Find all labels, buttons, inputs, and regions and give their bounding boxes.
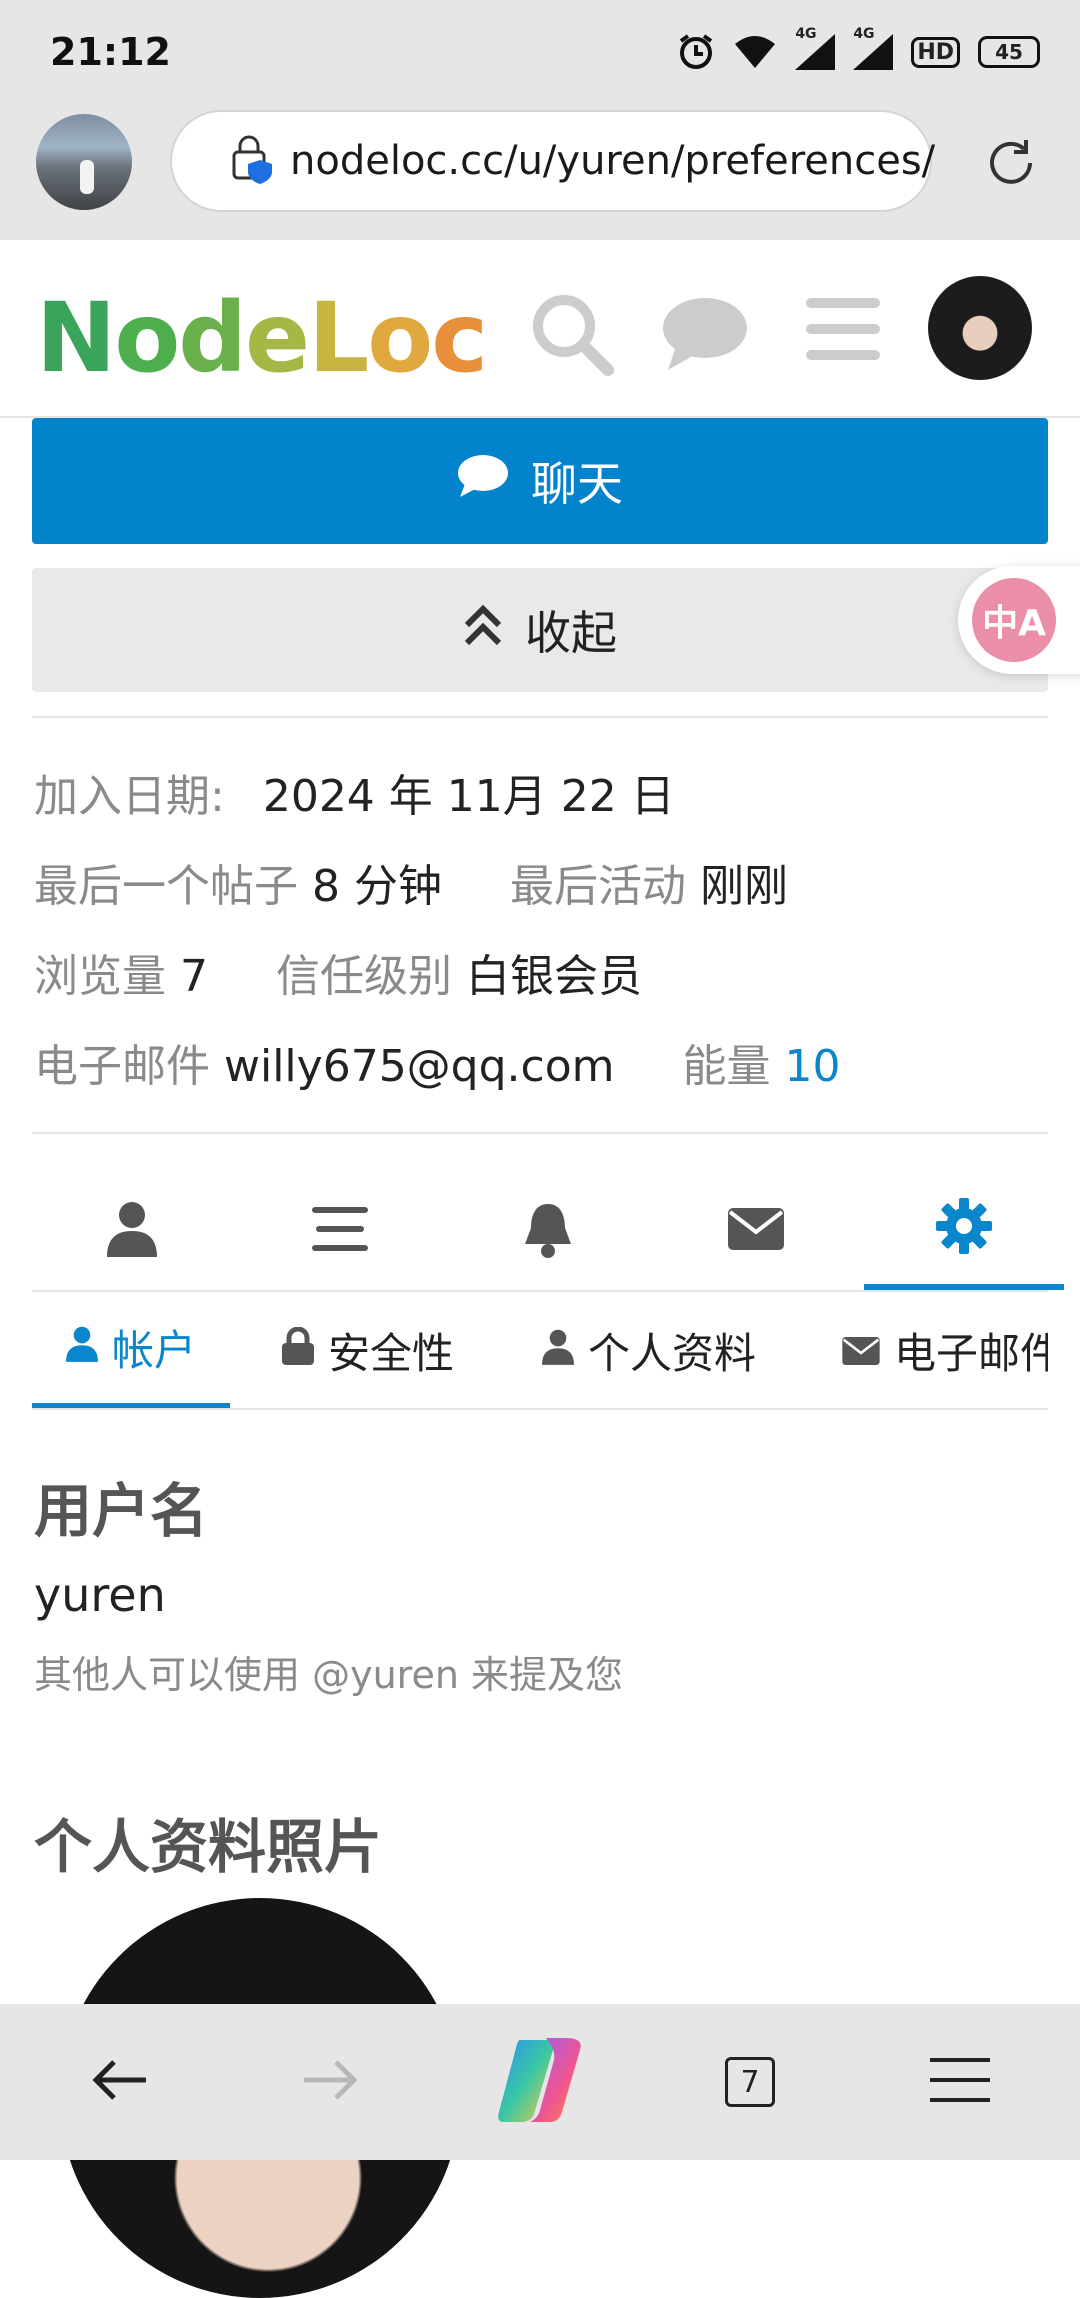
user-avatar[interactable] xyxy=(928,276,1032,380)
divider xyxy=(32,716,1048,718)
back-button[interactable] xyxy=(60,2004,180,2160)
network-type-label: 4G xyxy=(853,26,875,42)
alarm-icon xyxy=(677,33,715,71)
nav-summary[interactable] xyxy=(32,1172,232,1290)
site-security-icon[interactable] xyxy=(230,134,278,188)
site-header: NodeLoc xyxy=(0,240,1080,418)
browser-toolbar: nodeloc.cc/u/yuren/preferences/ xyxy=(0,104,1080,240)
envelope-icon xyxy=(842,1326,880,1375)
profile-photo-title: 个人资料照片 xyxy=(34,1813,383,1881)
logo-letter: o xyxy=(367,282,433,394)
logo-letter: L xyxy=(308,282,369,394)
translate-icon: 中A xyxy=(972,578,1056,662)
nodeloc-logo[interactable]: NodeLoc xyxy=(36,282,488,394)
tab-profile-label: 个人资料 xyxy=(588,1328,757,1378)
join-date-row: 加入日期: 2024 年 11月 22 日 xyxy=(34,760,675,824)
url-text[interactable]: nodeloc.cc/u/yuren/preferences/ xyxy=(290,138,935,184)
chevrons-up-icon xyxy=(463,603,503,658)
activity-row: 最后一个帖子 8 分钟 最后活动 刚刚 xyxy=(34,850,788,914)
status-time: 21:12 xyxy=(50,30,171,74)
user-icon xyxy=(107,1201,157,1261)
battery-icon: 45 xyxy=(978,36,1040,68)
tab-security[interactable]: 安全性 xyxy=(282,1292,454,1408)
battery-level: 45 xyxy=(995,40,1023,64)
last-active-label: 最后活动 xyxy=(509,861,686,912)
status-icons: 4G 4G HD 45 xyxy=(677,26,1040,74)
divider xyxy=(32,1132,1048,1134)
arrow-left-icon xyxy=(92,2058,148,2106)
logo-letter: o xyxy=(114,282,180,394)
translate-button[interactable]: 中A xyxy=(958,566,1080,674)
tab-profile[interactable]: 个人资料 xyxy=(542,1292,756,1408)
reload-icon[interactable] xyxy=(982,134,1040,196)
user-icon xyxy=(542,1326,574,1375)
chat-icon xyxy=(457,454,509,509)
copilot-button[interactable] xyxy=(480,2004,600,2160)
email-value: willy675@qq.com xyxy=(224,1041,615,1092)
email-energy-row: 电子邮件 willy675@qq.com 能量 10 xyxy=(34,1030,841,1094)
status-bar: 21:12 4G 4G HD 45 xyxy=(0,0,1080,104)
tab-email[interactable]: 电子邮件 xyxy=(842,1292,1048,1408)
logo-letter: d xyxy=(178,282,247,394)
chat-button[interactable]: 聊天 xyxy=(32,418,1048,544)
menu-icon xyxy=(930,2058,990,2106)
gear-icon xyxy=(936,1198,992,1258)
logo-letter: e xyxy=(245,282,310,394)
energy-value[interactable]: 10 xyxy=(785,1041,841,1092)
energy-label: 能量 xyxy=(682,1041,771,1092)
logo-letter: c xyxy=(431,282,488,394)
address-bar[interactable]: nodeloc.cc/u/yuren/preferences/ xyxy=(170,110,935,212)
preferences-tabs: 帐户 安全性 个人资料 电子邮件 xyxy=(32,1292,1048,1410)
views-trust-row: 浏览量 7 信任级别 白银会员 xyxy=(34,940,642,1004)
username-value: yuren xyxy=(34,1568,166,1622)
tab-account-label: 帐户 xyxy=(111,1326,196,1375)
tab-security-label: 安全性 xyxy=(328,1328,455,1378)
envelope-icon xyxy=(728,1208,784,1254)
join-date-value: 2024 年 11月 22 日 xyxy=(262,771,675,822)
tab-account[interactable]: 帐户 xyxy=(32,1292,230,1408)
lock-icon xyxy=(282,1326,314,1375)
hd-icon: HD xyxy=(911,36,960,68)
browser-profile-avatar[interactable] xyxy=(36,114,132,210)
forward-button[interactable] xyxy=(270,2004,390,2160)
network-type-label: 4G xyxy=(795,26,817,42)
bell-icon xyxy=(523,1200,573,1262)
wifi-icon xyxy=(733,34,777,70)
views-value: 7 xyxy=(180,951,208,1002)
last-active-value: 刚刚 xyxy=(699,861,788,912)
chat-button-label: 聊天 xyxy=(531,457,623,511)
username-hint: 其他人可以使用 @yuren 来提及您 xyxy=(34,1653,623,1697)
tabs-button[interactable]: 7 xyxy=(690,2004,810,2160)
tab-count: 7 xyxy=(725,2057,775,2107)
collapse-button-label: 收起 xyxy=(525,606,617,660)
arrow-right-icon xyxy=(302,2058,358,2106)
signal-icon-2: 4G xyxy=(853,26,894,70)
list-icon xyxy=(312,1207,368,1255)
username-title: 用户名 xyxy=(34,1477,209,1545)
user-icon xyxy=(65,1323,98,1372)
nav-preferences[interactable] xyxy=(864,1172,1064,1290)
search-icon[interactable] xyxy=(528,290,614,380)
copilot-icon xyxy=(490,2034,590,2130)
signal-icon-1: 4G xyxy=(795,26,836,70)
nav-activity[interactable] xyxy=(240,1172,440,1290)
last-post-label: 最后一个帖子 xyxy=(34,861,298,912)
menu-icon[interactable] xyxy=(806,296,880,366)
email-label: 电子邮件 xyxy=(34,1041,210,1092)
tab-email-label: 电子邮件 xyxy=(894,1328,1048,1378)
collapse-button[interactable]: 收起 xyxy=(32,568,1048,692)
nav-notifications[interactable] xyxy=(448,1172,648,1290)
browser-bottom-nav: 7 xyxy=(0,2004,1080,2160)
user-nav xyxy=(32,1172,1064,1292)
last-post-value[interactable]: 8 分钟 xyxy=(312,861,442,912)
trust-level-label: 信任级别 xyxy=(276,951,452,1002)
logo-letter: N xyxy=(36,282,116,394)
views-label: 浏览量 xyxy=(34,951,166,1002)
chat-bubble-icon[interactable] xyxy=(662,296,748,376)
browser-menu-button[interactable] xyxy=(900,2004,1020,2160)
nav-messages[interactable] xyxy=(656,1172,856,1290)
join-date-label: 加入日期: xyxy=(34,771,225,822)
trust-level-value[interactable]: 白银会员 xyxy=(466,951,642,1002)
